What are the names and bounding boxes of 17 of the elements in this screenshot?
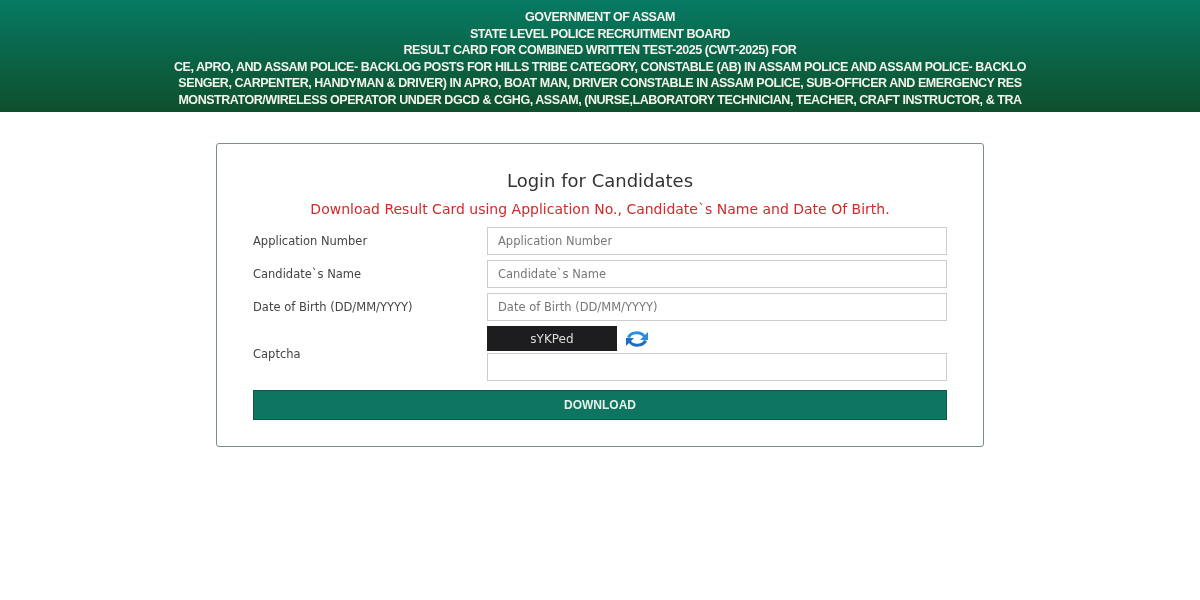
header-text: MONSTRATOR/WIRELESS OPERATOR UNDER DGCD & CGHG, ASSAM, (NURSE,LABORATORY TECHNICIAN, TEACHER, CRAFT INSTRUCTOR, & TRA	[178, 91, 1022, 108]
input-field[interactable]: Application Number	[487, 227, 947, 255]
download-button[interactable]: DOWNLOAD	[253, 390, 947, 420]
field-label: Application Number	[253, 234, 369, 248]
header-text: SENGER, CARPENTER, HANDYMAN & DRIVER) IN APRO, BOAT MAN, DRIVER CONSTABLE IN ASSAM POLICE, SUB-OFFICER AND EMERGENCY RES	[178, 75, 1022, 92]
input-field[interactable]: Date of Birth (DD/MM/YYYY)	[487, 293, 947, 321]
notice-text: Download Result Card using Application No., Candidate`s Name and Date Of Birth.	[309, 201, 891, 217]
input-field[interactable]: Candidate`s Name	[487, 260, 947, 288]
header-text: GOVERNMENT OF ASSAM	[525, 9, 675, 26]
field-label: Candidate`s Name	[253, 267, 363, 281]
header-text: RESULT CARD FOR COMBINED WRITTEN TEST-2025 (CWT-2025) FOR	[403, 42, 797, 59]
field-label: Captcha	[253, 346, 302, 361]
login-title: Login for Candidates	[505, 170, 695, 191]
captcha-image: sYKPed	[487, 326, 617, 351]
field-label: Date of Birth (DD/MM/YYYY)	[253, 300, 414, 314]
header-text: CE, APRO, AND ASSAM POLICE- BACKLOG POSTS FOR HILLS TRIBE CATEGORY, CONSTABLE (AB) IN ASSAM POLICE AND ASSAM POLICE- BACKLO	[173, 58, 1027, 75]
header-text: STATE LEVEL POLICE RECRUITMENT BOARD	[469, 25, 731, 42]
